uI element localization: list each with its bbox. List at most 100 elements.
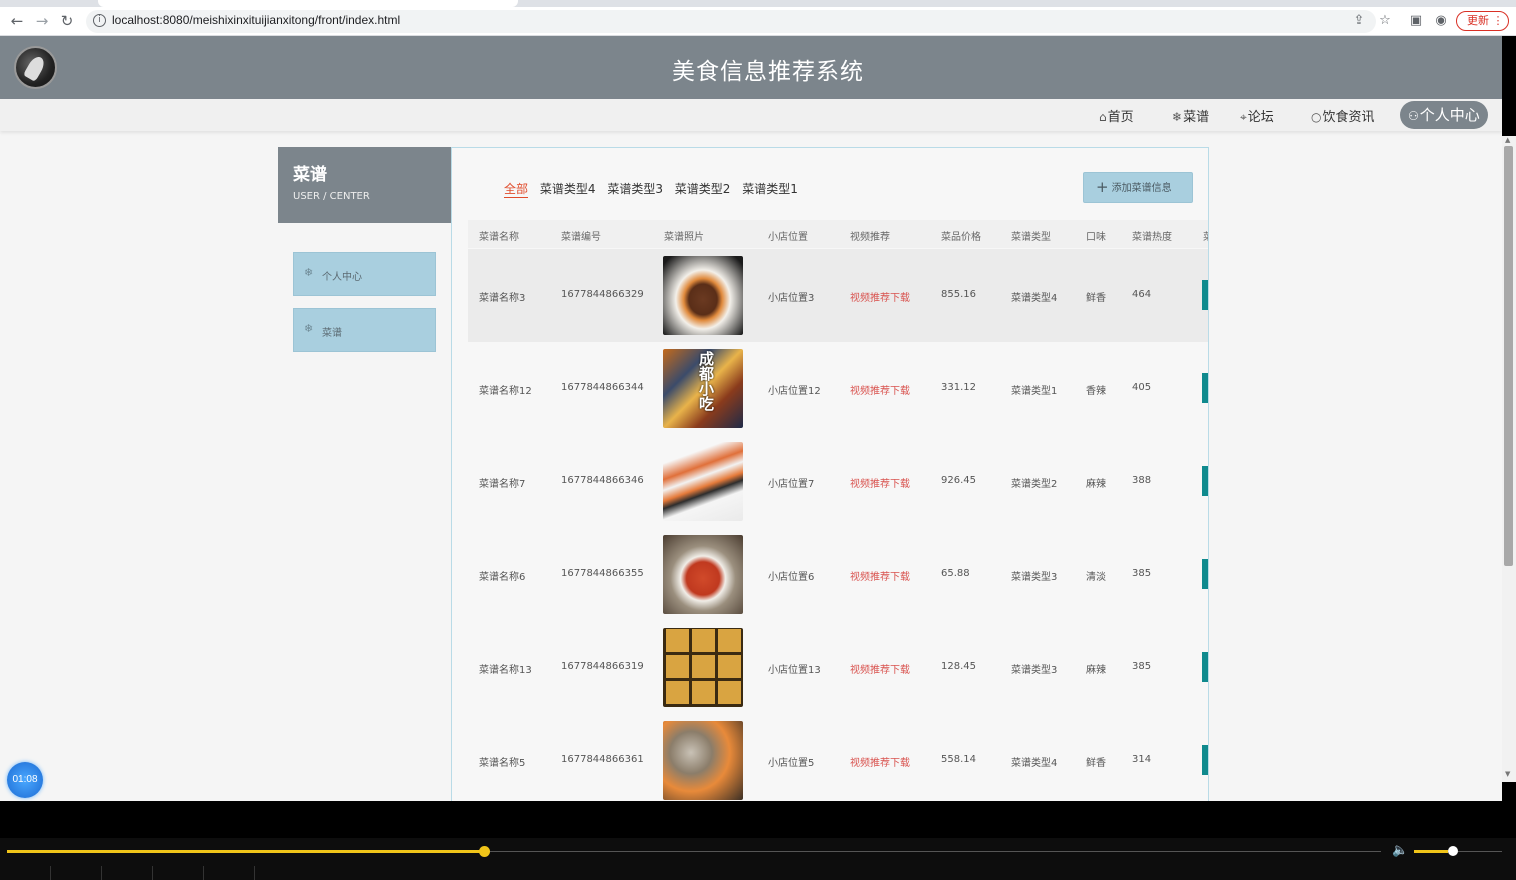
header-location: 小店位置 [768, 232, 808, 243]
header-photo: 菜谱照片 [664, 232, 704, 243]
tag-icon: ⌖ [1240, 110, 1247, 124]
player-divider [254, 866, 255, 880]
nav-home[interactable]: ⌂首页 [1099, 106, 1134, 125]
row-action-button[interactable] [1202, 466, 1208, 496]
row-action-button[interactable] [1202, 280, 1208, 310]
cell-code: 1677844866344 [561, 382, 644, 393]
cell-type: 菜谱类型4 [1011, 293, 1058, 304]
table-row[interactable]: 菜谱名称3 1677844866329 小店位置3 视频推荐下载 855.16 … [468, 249, 1208, 342]
browser-toolbar: ← → ↻ i localhost:8080/meishixinxituijia… [0, 7, 1516, 36]
row-action-button[interactable] [1202, 373, 1208, 403]
nav-user-center[interactable]: ⚇个人中心 [1400, 101, 1488, 129]
address-bar[interactable]: i localhost:8080/meishixinxituijianxiton… [86, 10, 1376, 33]
video-download-link[interactable]: 视频推荐下载 [850, 754, 910, 769]
recipe-photo[interactable] [663, 256, 743, 335]
url-text: localhost:8080/meishixinxituijianxitong/… [112, 13, 401, 27]
cell-price: 128.45 [941, 661, 976, 672]
video-download-link[interactable]: 视频推荐下载 [850, 289, 910, 304]
filter-type4[interactable]: 菜谱类型4 [540, 180, 596, 197]
volume-knob[interactable] [1448, 846, 1458, 856]
cell-heat: 464 [1132, 289, 1152, 300]
filter-type2[interactable]: 菜谱类型2 [675, 180, 731, 197]
sidebar-item-label: 菜谱 [322, 328, 342, 339]
sidebar-header: 菜谱 USER / CENTER [278, 147, 451, 223]
nav-forum[interactable]: ⌖论坛 [1240, 106, 1274, 125]
sidebar-title: 菜谱 [293, 165, 327, 185]
scroll-up-arrow-icon[interactable]: ▲ [1505, 136, 1510, 144]
add-recipe-button[interactable]: + 添加菜谱信息 [1083, 172, 1193, 203]
header-taste: 口味 [1086, 232, 1106, 243]
cell-name: 菜谱名称13 [479, 665, 532, 676]
sidebar-item-label: 个人中心 [322, 272, 362, 283]
table-row[interactable]: 菜谱名称7 1677844866346 小店位置7 视频推荐下载 926.45 … [468, 435, 1208, 528]
header-code: 菜谱编号 [561, 232, 601, 243]
back-icon[interactable]: ← [7, 11, 27, 31]
cell-location: 小店位置7 [768, 479, 815, 490]
cell-price: 65.88 [941, 568, 970, 579]
nav-news[interactable]: ○饮食资讯 [1311, 106, 1375, 125]
player-divider [101, 866, 102, 880]
recording-timer: 01:08 [7, 762, 43, 798]
cell-type: 菜谱类型3 [1011, 572, 1058, 583]
scroll-down-arrow-icon[interactable]: ▼ [1505, 770, 1510, 778]
filter-all[interactable]: 全部 [504, 180, 529, 198]
progress-knob[interactable] [479, 846, 490, 857]
snowflake-icon: ❄ [304, 322, 314, 335]
player-divider [50, 866, 51, 880]
header-type: 菜谱类型 [1011, 232, 1051, 243]
update-button[interactable]: 更新 ⋮ [1456, 11, 1509, 31]
cell-taste: 麻辣 [1086, 479, 1106, 490]
main-nav: ⌂首页 ❄菜谱 ⌖论坛 ○饮食资讯 ⚇个人中心 [0, 99, 1502, 131]
recipe-photo[interactable] [663, 349, 743, 428]
nav-recipes[interactable]: ❄菜谱 [1172, 106, 1209, 125]
circle-icon: ○ [1311, 110, 1322, 124]
side-panel-icon[interactable]: ▣ [1407, 12, 1425, 30]
cell-heat: 388 [1132, 475, 1152, 486]
cell-taste: 鲜香 [1086, 758, 1106, 769]
header-video: 视频推荐 [850, 232, 890, 243]
page-scrollbar[interactable]: ▲ ▼ [1502, 136, 1516, 782]
cell-code: 1677844866361 [561, 754, 644, 765]
header-heat: 菜谱热度 [1132, 232, 1172, 243]
table-header: 菜谱名称 菜谱编号 菜谱照片 小店位置 视频推荐 菜品价格 菜谱类型 口味 菜谱… [468, 220, 1208, 248]
row-action-button[interactable] [1202, 559, 1208, 589]
cell-name: 菜谱名称7 [479, 479, 526, 490]
recipe-photo[interactable] [663, 535, 743, 614]
home-icon: ⌂ [1099, 110, 1107, 124]
bookmark-star-icon[interactable]: ☆ [1376, 12, 1394, 30]
volume-fill [1414, 850, 1449, 853]
filter-type1[interactable]: 菜谱类型1 [742, 180, 798, 197]
cell-type: 菜谱类型2 [1011, 479, 1058, 490]
active-tab[interactable] [98, 0, 518, 7]
player-divider [203, 866, 204, 880]
recipe-photo[interactable] [663, 442, 743, 521]
recipe-panel: 全部 菜谱类型4 菜谱类型3 菜谱类型2 菜谱类型1 + 添加菜谱信息 菜谱名称 … [451, 147, 1209, 801]
row-action-button[interactable] [1202, 652, 1208, 682]
filter-type3[interactable]: 菜谱类型3 [607, 180, 663, 197]
video-download-link[interactable]: 视频推荐下载 [850, 661, 910, 676]
table-row[interactable]: 菜谱名称6 1677844866355 小店位置6 视频推荐下载 65.88 菜… [468, 528, 1208, 621]
site-header: 美食信息推荐系统 [0, 36, 1502, 99]
video-download-link[interactable]: 视频推荐下载 [850, 382, 910, 397]
volume-icon[interactable]: 🔈 [1392, 843, 1408, 858]
recipe-photo[interactable] [663, 721, 743, 800]
cell-location: 小店位置5 [768, 758, 815, 769]
share-icon[interactable]: ⇪ [1350, 12, 1368, 30]
table-row[interactable]: 菜谱名称12 1677844866344 小店位置12 视频推荐下载 331.1… [468, 342, 1208, 435]
info-icon[interactable]: i [93, 14, 106, 27]
video-download-link[interactable]: 视频推荐下载 [850, 475, 910, 490]
sidebar-item-recipes[interactable]: ❄ 菜谱 [293, 308, 436, 352]
recipe-photo[interactable] [663, 628, 743, 707]
cell-heat: 385 [1132, 661, 1152, 672]
table-row[interactable]: 菜谱名称5 1677844866361 小店位置5 视频推荐下载 558.14 … [468, 714, 1208, 801]
table-row[interactable]: 菜谱名称13 1677844866319 小店位置13 视频推荐下载 128.4… [468, 621, 1208, 714]
reload-icon[interactable]: ↻ [57, 11, 77, 31]
category-filter: 全部 菜谱类型4 菜谱类型3 菜谱类型2 菜谱类型1 [504, 180, 806, 198]
sidebar-item-user-center[interactable]: ❄ 个人中心 [293, 252, 436, 296]
video-download-link[interactable]: 视频推荐下载 [850, 568, 910, 583]
player-divider [152, 866, 153, 880]
row-action-button[interactable] [1202, 745, 1208, 775]
profile-icon[interactable]: ◉ [1432, 12, 1450, 30]
forward-icon[interactable]: → [32, 11, 52, 31]
scrollbar-thumb[interactable] [1504, 146, 1513, 566]
